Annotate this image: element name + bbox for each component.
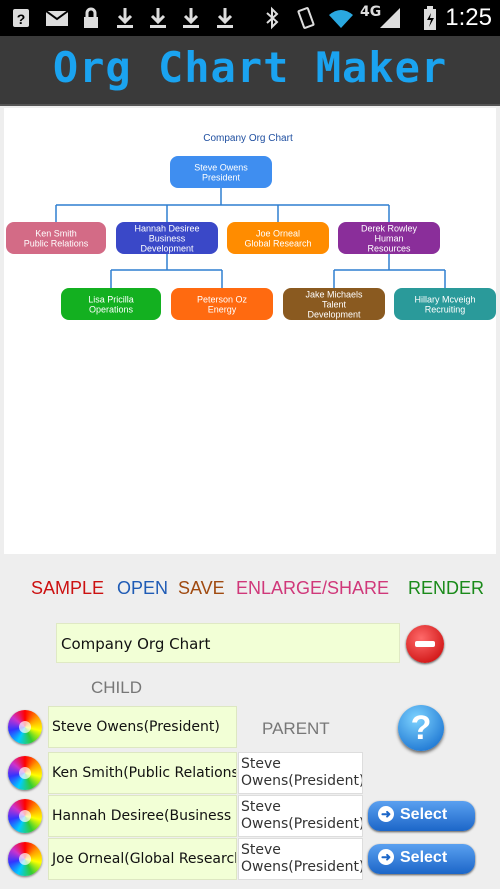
color-picker-icon[interactable] (8, 842, 42, 876)
enlarge-share-button[interactable]: ENLARGE/SHARE (236, 578, 389, 599)
clock: 1:25 (445, 4, 492, 31)
list-item: Hannah Desiree(Business Development) Ste… (0, 795, 500, 837)
org-node-label: Recruiting (425, 305, 466, 315)
parent-field[interactable]: Steve Owens(President) (238, 795, 363, 837)
wifi-icon (326, 6, 356, 30)
action-toolbar: SAMPLE OPEN SAVE ENLARGE/SHARE RENDER (0, 578, 500, 602)
org-node-label: Peterson Oz (197, 295, 248, 305)
arrow-right-icon: ➜ (378, 849, 394, 865)
render-button[interactable]: RENDER (408, 578, 484, 599)
select-parent-button[interactable]: ➜ Select (368, 801, 475, 831)
child-column-header: CHILD (91, 678, 143, 697)
org-node-label: Development (307, 310, 361, 320)
status-bar: ? 4G 1:25 (0, 0, 500, 36)
list-item: Steve Owens(President) (0, 706, 500, 748)
lock-icon (80, 6, 102, 30)
org-node-label: Joe Orneal (256, 229, 300, 239)
arrow-right-icon: ➜ (378, 806, 394, 822)
app-title: Org Chart Maker (52, 43, 448, 92)
org-node[interactable]: Lisa PricillaOperations (61, 288, 161, 320)
org-node-label: Development (140, 244, 194, 254)
org-node-label: Human (374, 234, 403, 244)
org-node[interactable]: Hannah DesireeBusinessDevelopment (116, 222, 218, 254)
org-node-label: Operations (89, 305, 134, 315)
org-node-label: Energy (208, 305, 237, 315)
parent-field[interactable]: Steve Owens(President) (238, 838, 363, 880)
org-chart-canvas[interactable]: Company Org Chart Steve Owens President Ke… (4, 108, 496, 554)
org-node[interactable]: Ken SmithPublic Relations (6, 222, 106, 254)
org-node[interactable]: Jake MichaelsTalentDevelopment (283, 288, 385, 320)
org-node-label: President (202, 173, 241, 183)
app-title-bar: Org Chart Maker (0, 36, 500, 106)
org-node-label: Ken Smith (35, 229, 77, 239)
network-type-icon: 4G (360, 4, 404, 30)
chart-name-input[interactable]: Company Org Chart (56, 623, 400, 663)
org-node-label: Lisa Pricilla (88, 295, 134, 305)
select-parent-button[interactable]: ➜ Select (368, 844, 475, 874)
download-icon (114, 6, 136, 30)
child-field[interactable]: Joe Orneal(Global Research) (48, 838, 237, 880)
org-node-label: Jake Michaels (305, 290, 363, 300)
org-node[interactable]: Joe OrnealGlobal Research (227, 222, 329, 254)
network-type-label: 4G (360, 4, 382, 20)
org-chart: Company Org Chart Steve OwensPresident Ke… (6, 133, 496, 320)
select-label: Select (400, 849, 448, 866)
org-node-label: Derek Rowley (361, 224, 418, 234)
org-node-label: Resources (367, 244, 411, 254)
remove-button[interactable] (406, 625, 444, 663)
org-node[interactable]: Steve OwensPresident (170, 156, 272, 188)
chart-title: Company Org Chart (203, 133, 293, 144)
list-item: Joe Orneal(Global Research) Steve Owens(… (0, 838, 500, 880)
open-button[interactable]: OPEN (117, 578, 168, 599)
org-nodes: Steve OwensPresident Ken SmithPublic Rela… (6, 156, 496, 320)
vibrate-icon (294, 6, 318, 30)
download-icon (214, 6, 236, 30)
sample-button[interactable]: SAMPLE (31, 578, 104, 599)
org-node-label: Hillary Mcveigh (414, 295, 475, 305)
list-item: Ken Smith(Public Relations) Steve Owens(… (0, 752, 500, 794)
org-node-label: Public Relations (24, 239, 89, 249)
color-picker-icon[interactable] (8, 799, 42, 833)
gmail-icon (44, 6, 70, 30)
download-icon (180, 6, 202, 30)
help-notification-icon: ? (10, 6, 32, 30)
org-node-label: Steve Owens (194, 163, 248, 173)
save-button[interactable]: SAVE (178, 578, 225, 599)
org-node-label: Global Research (244, 239, 311, 249)
org-node[interactable]: Hillary McveighRecruiting (394, 288, 496, 320)
parent-field[interactable]: Steve Owens(President) (238, 752, 363, 794)
child-field[interactable]: Steve Owens(President) (48, 706, 237, 748)
child-field[interactable]: Ken Smith(Public Relations) (48, 752, 237, 794)
org-node[interactable]: Derek RowleyHumanResources (338, 222, 440, 254)
color-picker-icon[interactable] (8, 710, 42, 744)
child-field[interactable]: Hannah Desiree(Business Development) (48, 795, 237, 837)
svg-text:?: ? (17, 11, 26, 27)
download-icon (147, 6, 169, 30)
org-node-label: Business (149, 234, 186, 244)
org-node[interactable]: Peterson OzEnergy (171, 288, 273, 320)
org-node-label: Hannah Desiree (134, 224, 199, 234)
bluetooth-icon (264, 6, 280, 30)
org-node-label: Talent (322, 300, 347, 310)
select-label: Select (400, 806, 448, 823)
battery-icon (422, 6, 438, 30)
color-picker-icon[interactable] (8, 756, 42, 790)
